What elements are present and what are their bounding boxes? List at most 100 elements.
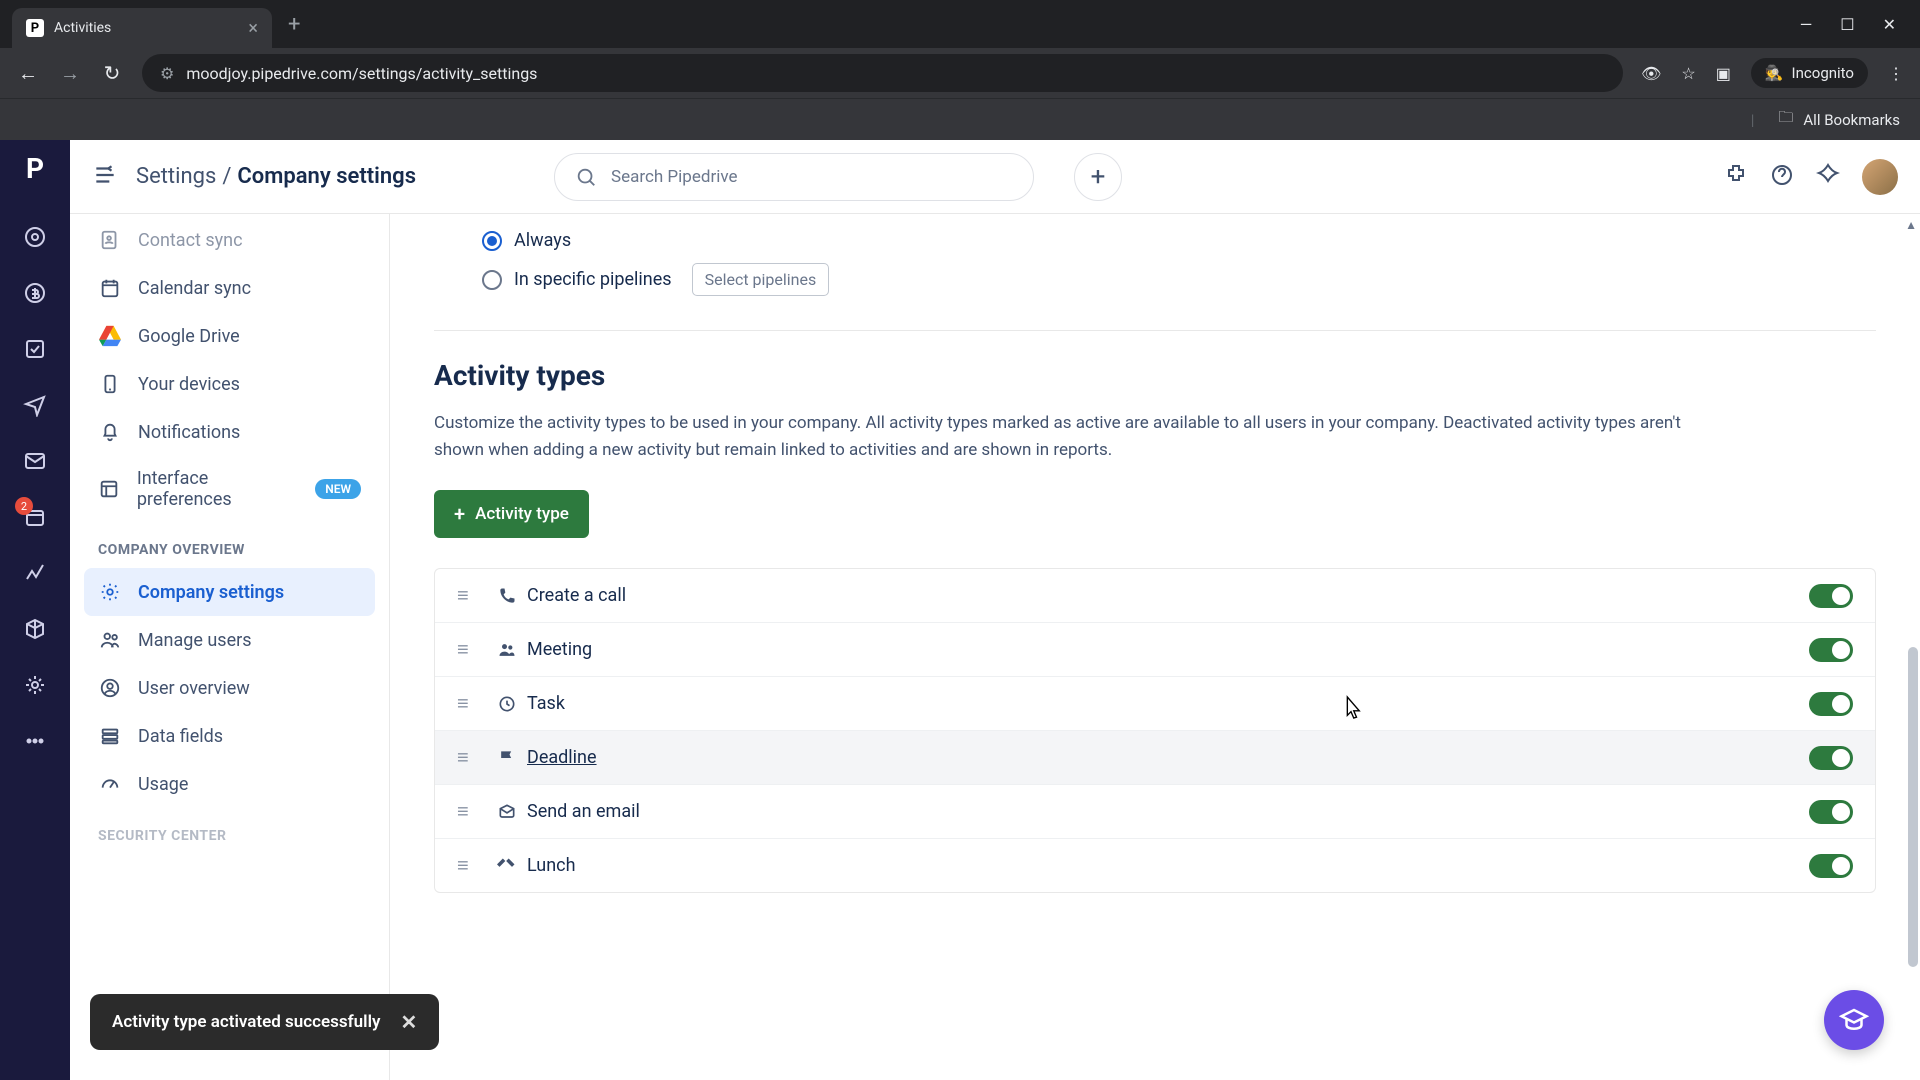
rail-badge: 2 [15,497,33,515]
sidebar-item-company-settings[interactable]: Company settings [84,568,375,616]
main-content: ▲ Always In specific pipelines Select pi… [390,214,1920,1080]
drag-handle-icon[interactable]: ≡ [457,745,487,770]
radio-unchecked-icon[interactable] [482,270,502,290]
sidebar-item-user-overview[interactable]: User overview [84,664,375,712]
rail-more-icon[interactable] [21,727,49,755]
scroll-up-icon[interactable]: ▲ [1905,218,1917,232]
eye-hidden-icon[interactable]: 👁 [1641,64,1661,83]
forward-button[interactable]: → [58,61,82,86]
type-row-lunch[interactable]: ≡ Lunch [435,839,1875,892]
tab-close-icon[interactable]: × [248,18,258,39]
sidebar-item-manage-users[interactable]: Manage users [84,616,375,664]
toggle-switch[interactable] [1809,800,1853,824]
add-activity-type-button[interactable]: + Activity type [434,490,589,538]
type-row-meeting[interactable]: ≡ Meeting [435,623,1875,677]
rail-mail-icon[interactable] [21,447,49,475]
browser-tab[interactable]: P Activities × [12,8,272,48]
sidebar-item-notifications[interactable]: Notifications [84,408,375,456]
fields-icon [98,724,122,748]
sidebar-item-label: Interface preferences [137,468,299,510]
clock-icon [487,694,527,714]
rail-home-icon[interactable] [21,223,49,251]
add-button-label: Activity type [475,504,569,524]
sidebar-item-google-drive[interactable]: Google Drive [84,312,375,360]
select-pipelines-button[interactable]: Select pipelines [692,263,830,296]
close-window-icon[interactable]: ✕ [1883,15,1896,34]
quick-add-button[interactable]: + [1074,153,1122,201]
toast-close-icon[interactable]: ✕ [400,1010,417,1034]
sidebar-item-usage[interactable]: Usage [84,760,375,808]
rail-activities-icon[interactable] [21,335,49,363]
google-drive-icon [98,324,122,348]
rail-deals-icon[interactable] [21,279,49,307]
rail-campaigns-icon[interactable] [21,391,49,419]
toggle-switch[interactable] [1809,584,1853,608]
drag-handle-icon[interactable]: ≡ [457,637,487,662]
rail-projects-icon[interactable]: 2 [21,503,49,531]
radio-always-row[interactable]: Always [434,224,1876,257]
sidebar-item-contact-sync[interactable]: Contact sync [84,216,375,264]
sidebar-toggle-icon[interactable] [92,162,118,192]
reload-button[interactable]: ↻ [100,61,124,85]
toggle-switch[interactable] [1809,638,1853,662]
sidebar-item-calendar-sync[interactable]: Calendar sync [84,264,375,312]
users-icon [98,628,122,652]
search-input[interactable]: Search Pipedrive [554,153,1034,201]
help-icon[interactable] [1770,163,1794,191]
help-fab[interactable] [1824,990,1884,1050]
radio-checked-icon[interactable] [482,231,502,251]
toggle-switch[interactable] [1809,692,1853,716]
bookmark-star-icon[interactable]: ☆ [1681,64,1695,83]
incognito-chip[interactable]: 🕵 Incognito [1751,58,1868,88]
radio-always-label: Always [514,230,571,251]
drag-handle-icon[interactable]: ≡ [457,799,487,824]
type-row-call[interactable]: ≡ Create a call [435,569,1875,623]
toggle-switch[interactable] [1809,746,1853,770]
type-row-task[interactable]: ≡ Task [435,677,1875,731]
drag-handle-icon[interactable]: ≡ [457,583,487,608]
drag-handle-icon[interactable]: ≡ [457,691,487,716]
gear-icon [98,580,122,604]
maximize-icon[interactable]: ☐ [1840,15,1854,34]
new-tab-button[interactable]: + [278,12,310,37]
icon-rail: P 2 [0,140,70,1080]
app-viewport: P 2 Settings / Company settings Search P… [0,140,1920,1080]
drag-handle-icon[interactable]: ≡ [457,853,487,878]
url-input[interactable]: ⚙ moodjoy.pipedrive.com/settings/activit… [142,54,1623,92]
whats-new-icon[interactable] [1816,163,1840,191]
user-avatar[interactable] [1862,159,1898,195]
type-label: Lunch [527,855,576,876]
all-bookmarks-link[interactable]: All Bookmarks [1803,111,1900,129]
type-row-deadline[interactable]: ≡ Deadline [435,731,1875,785]
people-icon [487,640,527,660]
sidebar-item-interface-preferences[interactable]: Interface preferences NEW [84,456,375,522]
bell-icon [98,420,122,444]
radio-pipelines-row[interactable]: In specific pipelines Select pipelines [434,257,1876,302]
site-settings-icon[interactable]: ⚙ [160,64,174,83]
app-logo-icon[interactable]: P [26,152,44,185]
back-button[interactable]: ← [16,61,40,86]
mail-icon [487,802,527,822]
gauge-icon [98,772,122,796]
minimize-icon[interactable]: ― [1800,15,1813,34]
breadcrumb-root[interactable]: Settings [136,164,216,189]
sidebar-item-your-devices[interactable]: Your devices [84,360,375,408]
new-badge: NEW [315,479,361,499]
sidebar-item-label: Google Drive [138,326,240,347]
browser-menu-icon[interactable]: ⋮ [1888,64,1904,83]
type-row-email[interactable]: ≡ Send an email [435,785,1875,839]
toggle-switch[interactable] [1809,854,1853,878]
rail-marketplace-icon[interactable] [21,671,49,699]
sidebar-item-label: Company settings [138,582,284,603]
sidebar-item-data-fields[interactable]: Data fields [84,712,375,760]
section-title: Activity types [434,359,1876,392]
extensions-icon[interactable] [1724,163,1748,191]
type-label: Meeting [527,639,592,660]
rail-insights-icon[interactable] [21,559,49,587]
toast-message: Activity type activated successfully [112,1012,380,1032]
panel-icon[interactable]: ▣ [1716,64,1731,83]
scrollbar-thumb[interactable] [1908,647,1918,967]
sidebar-item-label: User overview [138,678,250,699]
rail-products-icon[interactable] [21,615,49,643]
sidebar-item-label: Calendar sync [138,278,251,299]
